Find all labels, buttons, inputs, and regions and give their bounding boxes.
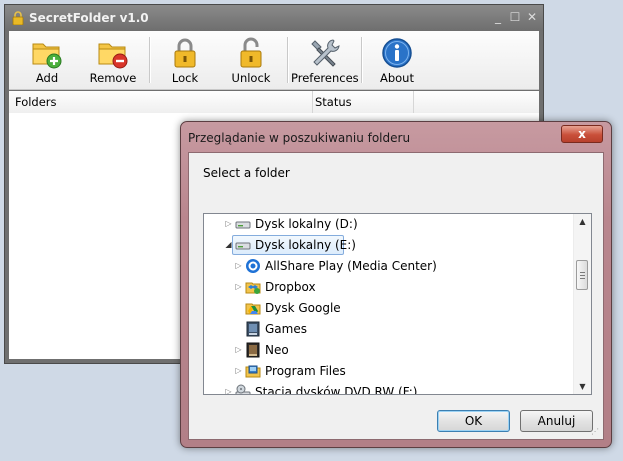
unlock-button[interactable]: Unlock [219, 33, 283, 87]
dvd-drive-icon [235, 384, 251, 394]
scroll-down-button[interactable]: ▼ [574, 379, 591, 394]
tree-item-label: Neo [265, 343, 289, 357]
tree-item-google-drive[interactable]: Dysk Google [204, 298, 576, 319]
expand-arrow-icon[interactable]: ▷ [234, 345, 243, 354]
column-header-status[interactable]: Status [315, 95, 352, 109]
tree-item-label: Dysk Google [265, 301, 341, 315]
collapse-arrow-icon[interactable]: ◢ [224, 240, 233, 249]
column-divider[interactable] [413, 91, 414, 113]
expand-arrow-icon[interactable]: ▷ [234, 282, 243, 291]
drive-icon [235, 242, 251, 250]
column-header-folders[interactable]: Folders [15, 95, 57, 109]
expand-arrow-icon[interactable]: ▷ [234, 366, 243, 375]
dropbox-icon [245, 282, 261, 294]
tree-item-allshare[interactable]: ▷ AllShare Play (Media Center) [204, 256, 576, 277]
column-divider[interactable] [312, 91, 313, 113]
toolbar-separator [287, 37, 289, 83]
main-toolbar: Add Remove Lock Unlock Preferences About [9, 31, 539, 90]
main-window-title: SecretFolder v1.0 [29, 11, 149, 25]
lock-button-label: Lock [171, 71, 199, 85]
tree-item-drive-e[interactable]: ◢ Dysk lokalny (E:) [204, 235, 576, 256]
tree-item-dvd-drive[interactable]: ▷ Stacja dysków DVD RW (F:) [204, 382, 576, 395]
tools-icon [311, 39, 340, 67]
dialog-close-button[interactable]: x [561, 125, 603, 143]
tree-item-label: Dysk lokalny (E:) [255, 238, 356, 252]
thumb-grip [580, 278, 585, 279]
tree-item-label: Program Files [265, 364, 346, 378]
expand-arrow-icon[interactable]: ▷ [224, 219, 233, 228]
add-button[interactable]: Add [15, 33, 79, 87]
browse-folder-dialog: Przeglądanie w poszukiwaniu folderu x Se… [180, 121, 612, 448]
tree-item-label: Games [265, 322, 307, 336]
program-files-icon [245, 365, 261, 378]
about-button[interactable]: About [367, 33, 427, 87]
about-button-label: About [379, 71, 414, 85]
cancel-button[interactable]: Anuluj [520, 410, 593, 432]
folder-remove-icon [98, 43, 128, 69]
resize-grip-icon[interactable]: ⋰ [591, 427, 601, 437]
tree-item-label: AllShare Play (Media Center) [265, 259, 437, 273]
preferences-button-label: Preferences [291, 71, 359, 85]
minimize-button[interactable]: _ [491, 10, 505, 24]
remove-button-label: Remove [89, 71, 137, 85]
expand-arrow-icon[interactable]: ▷ [224, 387, 233, 394]
tree-item-label: Stacja dysków DVD RW (F:) [255, 385, 418, 395]
thumb-grip [580, 272, 585, 273]
expand-arrow-icon[interactable]: ▷ [234, 261, 243, 270]
app-lock-icon [12, 11, 24, 25]
maximize-button[interactable]: ☐ [508, 10, 522, 24]
lock-button[interactable]: Lock [155, 33, 215, 87]
info-icon [382, 38, 412, 68]
drive-icon [235, 221, 251, 229]
preferences-button[interactable]: Preferences [291, 33, 359, 87]
toolbar-separator [149, 37, 151, 83]
main-titlebar[interactable]: SecretFolder v1.0 _ ☐ ✕ [5, 5, 543, 31]
dialog-prompt: Select a folder [203, 166, 290, 180]
dialog-body: Select a folder ▷ Dysk lokalny (D:) ◢ Dy… [188, 152, 604, 440]
tree-item-dropbox[interactable]: ▷ Dropbox [204, 277, 576, 298]
scroll-thumb[interactable] [576, 260, 588, 290]
tree-item-label: Dropbox [265, 280, 316, 294]
tree-item-drive-d[interactable]: ▷ Dysk lokalny (D:) [204, 214, 576, 235]
add-button-label: Add [35, 71, 59, 85]
games-folder-icon [246, 321, 260, 337]
neo-folder-icon [246, 342, 260, 358]
padlock-closed-icon [174, 38, 196, 68]
tree-item-label: Dysk lokalny (D:) [255, 217, 358, 231]
tree-item-games[interactable]: Games [204, 319, 576, 340]
toolbar-separator [361, 37, 363, 83]
folder-add-icon [32, 43, 62, 69]
folder-list-header: Folders Status [9, 91, 539, 114]
ok-button[interactable]: OK [437, 410, 510, 432]
unlock-button-label: Unlock [231, 71, 271, 85]
tree-item-program-files[interactable]: ▷ Program Files [204, 361, 576, 382]
thumb-grip [580, 275, 585, 276]
close-button[interactable]: ✕ [525, 10, 539, 24]
scroll-up-button[interactable]: ▲ [574, 214, 591, 229]
tree-item-neo[interactable]: ▷ Neo [204, 340, 576, 361]
google-drive-icon [245, 303, 261, 315]
tree-vertical-scrollbar[interactable]: ▲ ▼ [573, 214, 591, 394]
padlock-open-icon [240, 37, 262, 68]
remove-button[interactable]: Remove [81, 33, 145, 87]
allshare-icon [246, 259, 260, 273]
dialog-title: Przeglądanie w poszukiwaniu folderu [188, 131, 411, 145]
folder-tree[interactable]: ▷ Dysk lokalny (D:) ◢ Dysk lokalny (E:) … [203, 213, 592, 395]
